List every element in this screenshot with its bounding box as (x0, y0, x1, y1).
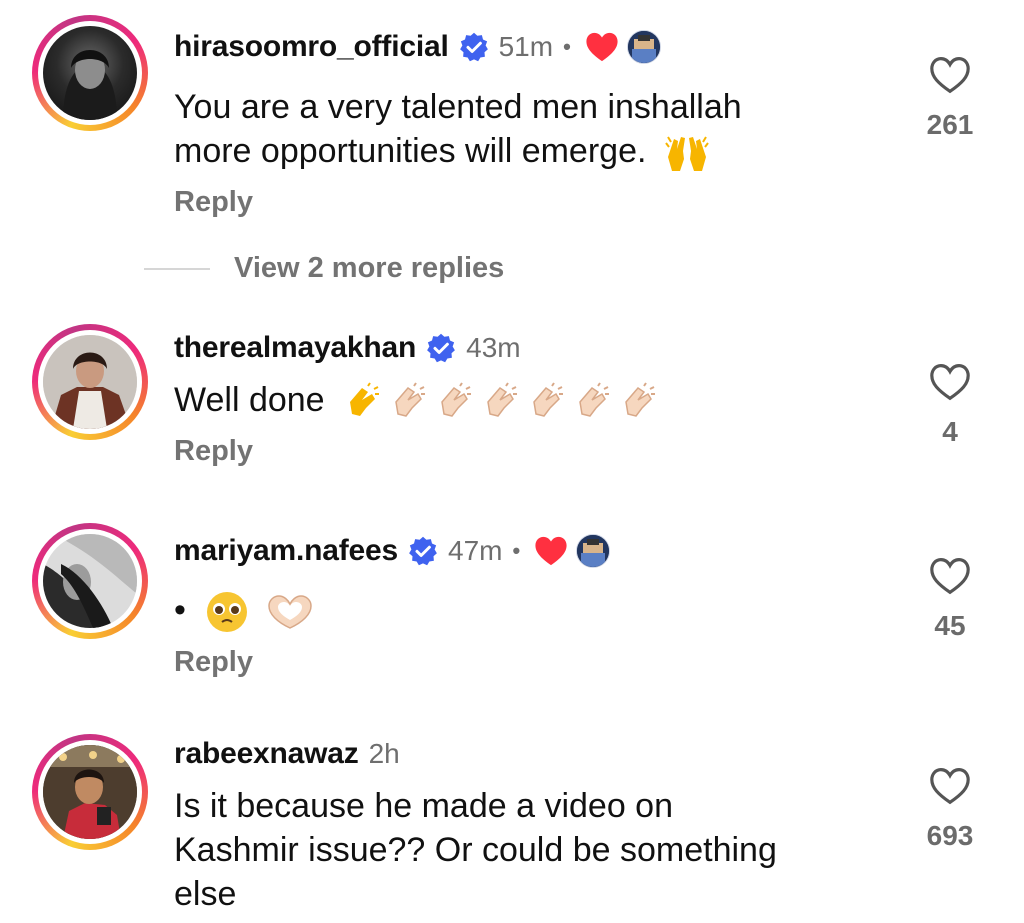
like-count: 4 (942, 416, 958, 447)
reply-button[interactable]: Reply (174, 435, 253, 468)
creator-liked-heart-icon (535, 536, 567, 566)
view-more-replies-button[interactable]: View 2 more replies (144, 252, 504, 285)
divider (144, 267, 210, 270)
comment-text: You are a very talented men inshallah mo… (174, 85, 874, 173)
clapping-hands-icon (342, 381, 664, 419)
raising-hands-icon (665, 136, 709, 172)
avatar[interactable] (32, 734, 148, 850)
verified-badge-icon (409, 536, 437, 566)
creator-avatar (626, 30, 661, 64)
username[interactable]: rabeexnawaz (174, 737, 359, 771)
creator-avatar (576, 534, 611, 568)
timestamp: 47m (448, 535, 503, 566)
timestamp: 51m (498, 31, 554, 62)
comment-text: Is it because he made a video on Kashmir… (174, 787, 777, 913)
username[interactable]: therealmayakhan (174, 331, 416, 365)
separator-dot: • (563, 34, 571, 59)
verified-badge-icon (427, 333, 456, 363)
heart-outline-icon[interactable] (928, 766, 972, 806)
creator-liked-heart-icon (586, 32, 618, 62)
username[interactable]: hirasoomro_official (174, 30, 449, 64)
username[interactable]: mariyam.nafees (174, 534, 398, 568)
comment-text: • (174, 588, 874, 634)
avatar[interactable] (32, 324, 148, 440)
timestamp: 43m (466, 332, 521, 363)
heart-outline-icon[interactable] (928, 556, 972, 596)
heart-outline-icon[interactable] (928, 55, 972, 95)
avatar[interactable] (32, 523, 148, 639)
avatar[interactable] (32, 15, 148, 131)
like-count: 261 (926, 109, 974, 140)
like-count: 45 (934, 610, 966, 641)
separator-dot: • (512, 538, 521, 563)
heart-hands-icon (268, 595, 312, 629)
reply-button[interactable]: Reply (174, 186, 253, 219)
pleading-face-icon (207, 592, 248, 633)
comment-text: Well done (174, 378, 874, 422)
like-count: 693 (926, 820, 974, 851)
verified-badge-icon (459, 32, 488, 62)
timestamp: 2h (368, 738, 400, 769)
reply-button[interactable]: Reply (174, 646, 253, 679)
heart-outline-icon[interactable] (928, 362, 972, 402)
